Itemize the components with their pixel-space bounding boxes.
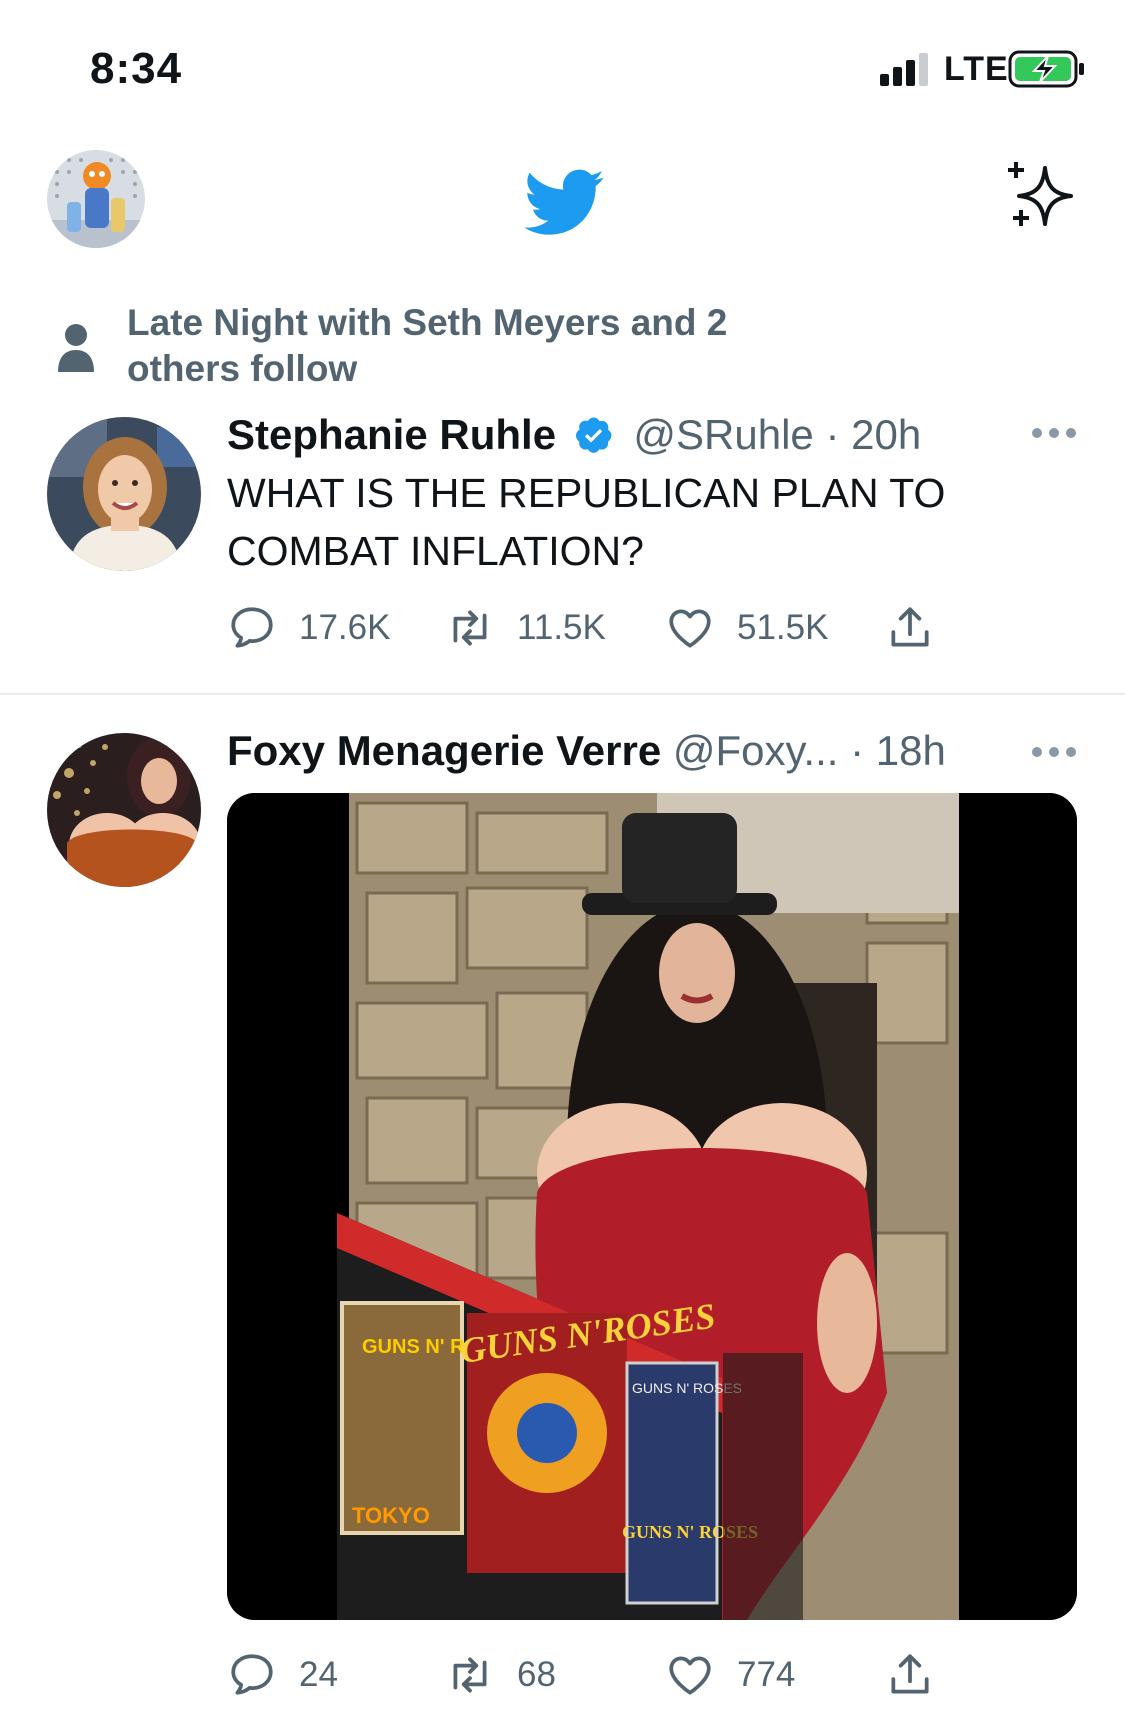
like-count: 774 [737,1655,796,1694]
retweet-count: 11.5K [517,608,606,647]
reply-icon [231,607,273,648]
reply-icon [231,1654,273,1695]
like-button[interactable]: 51.5K [665,603,828,653]
tweet-header: Foxy Menagerie Verre @Foxy... · 18h [227,725,946,777]
heart-icon [669,1656,711,1695]
poster-title-bottom: TOKYO [352,1503,430,1528]
verified-badge-icon [575,417,612,453]
reply-button[interactable]: 24 [227,1650,338,1700]
sparkle-icon[interactable] [1005,162,1077,234]
author-handle[interactable]: @Foxy... [673,727,839,774]
signal-strength-icon [880,53,928,86]
tweet-header: Stephanie Ruhle @SRuhle · 20h [227,409,921,461]
more-options-icon[interactable] [1030,745,1078,759]
retweet-button[interactable]: 68 [445,1650,556,1700]
social-context-text[interactable]: Late Night with Seth Meyers and 2 others… [127,300,777,392]
twitter-bird-icon[interactable] [520,162,610,242]
tweet-media-image[interactable]: GUNS N' ROSES TOKYO GUNS N'ROSES GUNS N'… [227,793,1077,1620]
retweet-button[interactable]: 11.5K [445,603,606,653]
author-handle[interactable]: @SRuhle [633,411,813,458]
network-type: LTE [944,50,1009,88]
person-icon [58,324,94,372]
reply-button[interactable]: 17.6K [227,603,390,653]
battery-charging-icon [1008,50,1084,88]
retweet-icon [453,1657,487,1693]
tweet-divider [0,693,1125,695]
share-button[interactable] [885,1650,935,1700]
profile-avatar[interactable] [47,150,145,248]
retweet-icon [453,610,487,646]
reply-count: 24 [299,1655,338,1694]
author-name[interactable]: Stephanie Ruhle [227,411,556,458]
reply-count: 17.6K [299,608,391,647]
status-time: 8:34 [90,44,183,93]
tweet-time[interactable]: · 18h [850,727,946,774]
more-options-icon[interactable] [1030,426,1078,440]
like-count: 51.5K [737,608,829,647]
share-icon [891,1654,929,1694]
author-name[interactable]: Foxy Menagerie Verre [227,727,661,774]
tweet-author-avatar[interactable] [47,733,201,887]
like-button[interactable]: 774 [665,1650,795,1700]
share-button[interactable] [885,603,935,653]
tweet-author-avatar[interactable] [47,417,201,571]
tweet-text: WHAT IS THE REPUBLICAN PLAN TO COMBAT IN… [227,470,946,574]
retweet-count: 68 [517,1655,556,1694]
share-icon [891,607,929,647]
tweet-time[interactable]: · 20h [825,411,921,458]
heart-icon [669,609,711,648]
